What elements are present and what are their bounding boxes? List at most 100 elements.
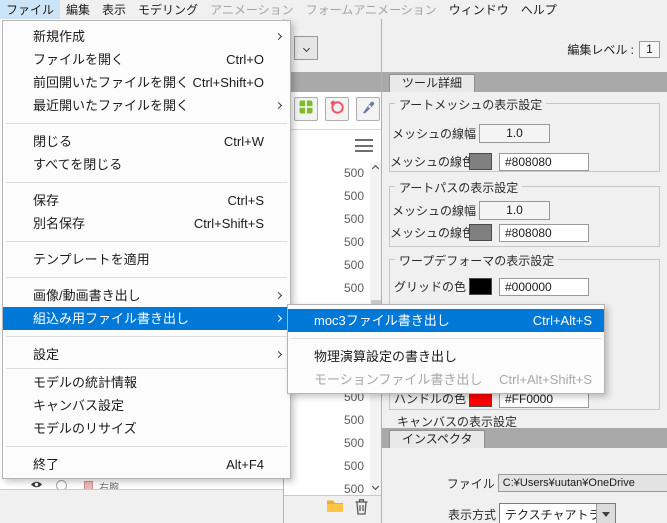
display-mode-row: 表示方式 テクスチャアトラス: [382, 503, 667, 523]
mesh-line-width-input[interactable]: 1.0: [479, 124, 550, 143]
panel-menu-icon[interactable]: [355, 139, 373, 152]
group-title: アートメッシュの表示設定: [395, 96, 547, 113]
menu-separator: [6, 277, 287, 278]
parameter-panel-body: 500 500 500 500 500 500 500 500 500 500 …: [284, 92, 382, 496]
menu-item-open-last-file[interactable]: 前回開いたファイルを開く Ctrl+Shift+O: [3, 71, 290, 94]
menu-item-close[interactable]: 閉じる Ctrl+W: [3, 130, 290, 153]
tool-detail-tabbar: ツール詳細: [382, 72, 667, 92]
menu-item-save[interactable]: 保存 Ctrl+S: [3, 189, 290, 212]
app-window: ファイル 編集 表示 モデリング アニメーション フォームアニメーション ウィン…: [0, 0, 667, 523]
menu-separator: [6, 336, 287, 337]
menu-item-close-all[interactable]: すべてを閉じる: [3, 153, 290, 176]
menu-separator: [6, 123, 287, 124]
field-label: グリッドの色: [393, 280, 466, 294]
menubar-item-file[interactable]: ファイル: [0, 0, 61, 20]
parameter-value: 500: [343, 459, 364, 473]
display-mode-value: テクスチャアトラス: [505, 507, 596, 522]
tab-inspector[interactable]: インスペクタ: [389, 430, 486, 448]
glue-pen-tool-button[interactable]: [356, 97, 380, 121]
menu-item-export-moc3[interactable]: moc3ファイル書き出し Ctrl+Alt+S: [288, 309, 604, 332]
field-label: メッシュの線幅: [391, 127, 476, 141]
file-path-field: C:¥Users¥uutan¥OneDrive: [497, 474, 667, 492]
menu-separator: [291, 338, 601, 339]
rotation-circle-icon: [329, 99, 345, 120]
rotation-deformer-tool-button[interactable]: [325, 97, 349, 121]
menubar-item-help[interactable]: ヘルプ: [515, 0, 563, 20]
menu-item-model-statistics[interactable]: モデルの統計情報: [3, 371, 290, 394]
menu-item-export-motion: モーションファイル書き出し Ctrl+Alt+Shift+S: [314, 372, 592, 387]
trash-icon[interactable]: [354, 498, 369, 520]
mesh-line-width-row: メッシュの線幅 1.0: [390, 201, 659, 220]
color-swatch[interactable]: [469, 224, 492, 241]
menu-item-export-physics[interactable]: 物理演算設定の書き出し: [288, 345, 604, 368]
field-label: メッシュの線色: [390, 226, 475, 240]
menu-item-apply-template[interactable]: テンプレートを適用: [3, 248, 290, 271]
parameter-value: 500: [343, 235, 364, 249]
canvas-display-group-title: キャンバスの表示設定: [394, 413, 521, 428]
export-submenu: moc3ファイル書き出し Ctrl+Alt+S 物理演算設定の書き出し モーショ…: [287, 304, 605, 394]
parameter-tabbar: [284, 72, 382, 92]
file-row: ファイル C:¥Users¥uutan¥OneDrive: [382, 474, 667, 492]
submenu-arrow-icon: [274, 32, 283, 41]
menu-item-exit[interactable]: 終了 Alt+F4: [3, 453, 290, 476]
grid-color-input[interactable]: #000000: [499, 277, 589, 296]
artmesh-tool-button[interactable]: [294, 97, 318, 121]
menubar: ファイル 編集 表示 モデリング アニメーション フォームアニメーション ウィン…: [0, 0, 667, 20]
parameter-value: 500: [343, 436, 364, 450]
field-label: メッシュの線色: [390, 155, 475, 169]
dropdown-button[interactable]: [596, 504, 615, 523]
right-panel: 編集レベル : 1 ツール詳細 アートメッシュの表示設定 メッシュの線幅 1.0…: [381, 19, 667, 523]
parameter-panel-toolbar: [284, 495, 382, 523]
mesh-line-width-input[interactable]: 1.0: [479, 201, 550, 220]
menu-item-open-file[interactable]: ファイルを開く Ctrl+O: [3, 48, 290, 71]
menu-item-model-resize[interactable]: モデルのリサイズ: [3, 417, 290, 440]
menubar-item-modeling[interactable]: モデリング: [132, 0, 204, 20]
parameter-panel: 500 500 500 500 500 500 500 500 500 500 …: [283, 19, 382, 523]
menu-item-new[interactable]: 新規作成: [3, 25, 290, 48]
menu-item-open-recent-file[interactable]: 最近開いたファイルを開く: [3, 94, 290, 117]
chevron-down-icon: [302, 44, 310, 52]
edit-level-value[interactable]: 1: [639, 40, 660, 58]
display-mode-select[interactable]: テクスチャアトラス: [499, 503, 616, 523]
inspector-content: ファイル C:¥Users¥uutan¥OneDrive 表示方式 テクスチャア…: [382, 447, 667, 523]
menu-item-export-runtime-files[interactable]: 組込み用ファイル書き出し: [3, 307, 290, 330]
group-title: アートパスの表示設定: [395, 179, 523, 196]
color-swatch[interactable]: [469, 153, 492, 170]
menu-item-export-image-video[interactable]: 画像/動画書き出し: [3, 284, 290, 307]
parameter-value: 500: [343, 281, 364, 295]
artmesh-display-group: アートメッシュの表示設定 メッシュの線幅 1.0 メッシュの線色 #808080: [389, 96, 660, 172]
mesh-line-color-input[interactable]: #808080: [499, 152, 589, 171]
display-mode-label: 表示方式: [447, 507, 496, 522]
menu-separator: [6, 368, 287, 369]
edit-level: 編集レベル : 1: [567, 40, 660, 58]
divider: [284, 129, 382, 130]
menubar-item-animation: アニメーション: [210, 3, 294, 17]
parts-panel-footer: [0, 489, 283, 523]
menu-item-settings[interactable]: 設定: [3, 343, 290, 366]
scroll-up-icon[interactable]: [371, 164, 380, 173]
group-title: ワープデフォーマの表示設定: [395, 252, 559, 269]
tool-dropdown-button[interactable]: [294, 36, 318, 60]
folder-icon[interactable]: [326, 499, 344, 518]
parameter-value: 500: [343, 166, 364, 180]
menu-item-save-as[interactable]: 別名保存 Ctrl+Shift+S: [3, 212, 290, 235]
scroll-down-icon[interactable]: [371, 482, 380, 491]
edit-level-label: 編集レベル :: [567, 42, 634, 57]
submenu-arrow-icon: [274, 314, 283, 323]
artpath-display-group: アートパスの表示設定 メッシュの線幅 1.0 メッシュの線色 #808080: [389, 179, 660, 247]
tab-tool-detail[interactable]: ツール詳細: [389, 74, 476, 92]
menu-item-canvas-settings[interactable]: キャンバス設定: [3, 394, 290, 417]
file-label: ファイル: [446, 476, 495, 491]
menubar-item-view[interactable]: 表示: [96, 0, 132, 20]
parameter-value: 500: [343, 189, 364, 203]
color-swatch[interactable]: [469, 278, 492, 295]
menu-separator: [6, 446, 287, 447]
menu-separator: [6, 182, 287, 183]
menubar-item-window[interactable]: ウィンドウ: [443, 0, 515, 20]
mesh-line-width-row: メッシュの線幅 1.0: [390, 124, 659, 143]
file-menu: 新規作成 ファイルを開く Ctrl+O 前回開いたファイルを開く Ctrl+Sh…: [2, 20, 291, 479]
menubar-item-edit[interactable]: 編集: [60, 0, 96, 20]
mesh-line-color-input[interactable]: #808080: [499, 223, 589, 242]
submenu-arrow-icon: [274, 350, 283, 359]
field-label: メッシュの線幅: [391, 204, 476, 218]
